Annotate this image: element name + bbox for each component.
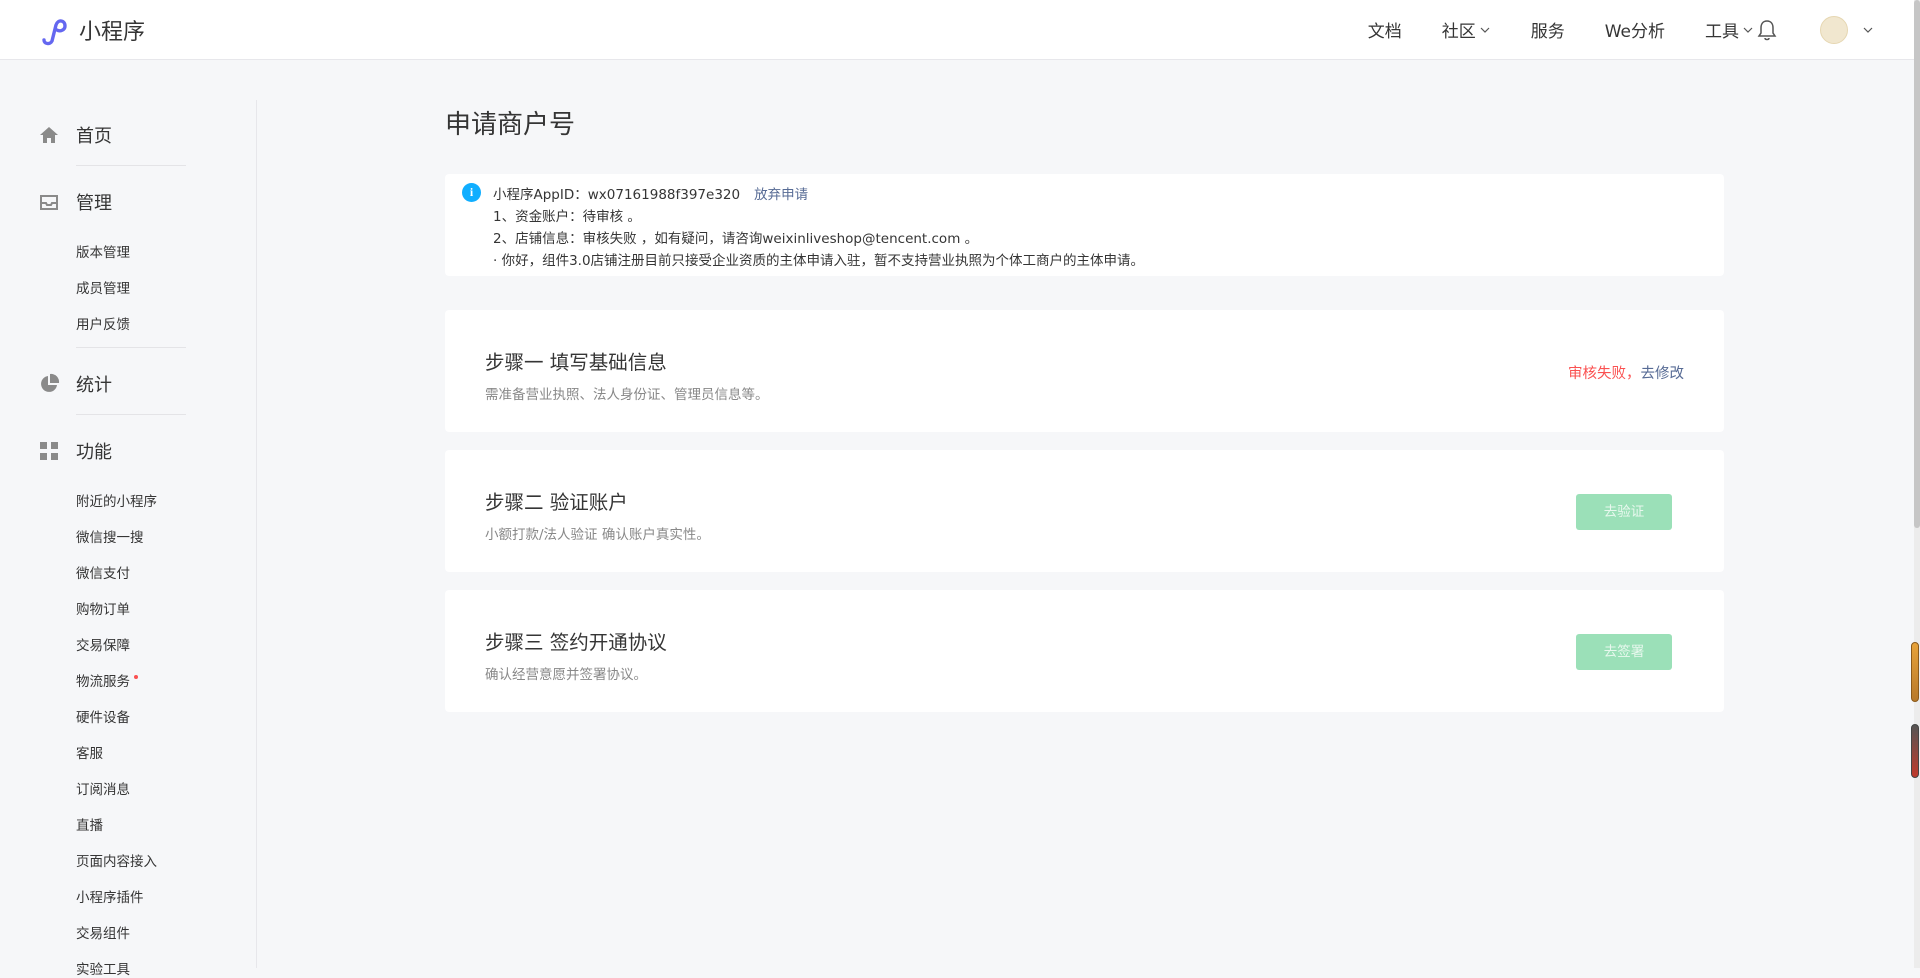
step-desc: 确认经营意愿并签署协议。 <box>485 667 647 683</box>
divider <box>76 347 186 348</box>
sidebar-item-lab-tools[interactable]: 实验工具 <box>76 958 130 978</box>
sidebar-item-trade-guarantee[interactable]: 交易保障 <box>76 634 130 654</box>
step-title: 步骤二 验证账户 <box>485 491 628 514</box>
sidebar-item-live[interactable]: 直播 <box>76 814 103 834</box>
floating-widget-thermometer[interactable] <box>1911 724 1919 778</box>
nav-community[interactable]: 社区 <box>1442 17 1491 42</box>
logo-text: 小程序 <box>79 20 146 45</box>
sidebar-item-home[interactable]: 首页 <box>38 122 112 148</box>
sidebar-item-logistics-label: 物流服务 <box>76 674 130 690</box>
sidebar-item-wechat-pay[interactable]: 微信支付 <box>76 562 130 582</box>
step-desc: 小额打款/法人验证 确认账户真实性。 <box>485 527 710 543</box>
divider <box>76 414 186 415</box>
step-title: 步骤一 填写基础信息 <box>485 351 667 374</box>
step-title: 步骤三 签约开通协议 <box>485 631 667 654</box>
verify-button[interactable]: 去验证 <box>1576 494 1672 530</box>
logo[interactable]: 小程序 <box>38 14 145 46</box>
notice-appid-line: 小程序AppID：wx07161988f397e320 放弃申请 <box>493 183 808 203</box>
sidebar-item-logistics[interactable]: 物流服务 <box>76 670 138 690</box>
sidebar-item-page-content[interactable]: 页面内容接入 <box>76 850 157 870</box>
sidebar-item-version-management[interactable]: 版本管理 <box>76 241 130 261</box>
chevron-down-icon <box>1743 27 1753 33</box>
nav-tools-label: 工具 <box>1705 22 1739 42</box>
sidebar-item-manage-label: 管理 <box>76 193 112 214</box>
sign-button[interactable]: 去签署 <box>1576 634 1672 670</box>
step-card-3: 步骤三 签约开通协议 确认经营意愿并签署协议。 去签署 <box>445 590 1724 712</box>
sidebar-item-statistics-label: 统计 <box>76 375 112 396</box>
step-status: 审核失败，去修改 <box>1568 362 1684 383</box>
avatar <box>1820 16 1848 44</box>
notice-line-tip: · 你好，组件3.0店铺注册目前只接受企业资质的主体申请入驻，暂不支持营业执照为… <box>493 253 1145 269</box>
nav-tools[interactable]: 工具 <box>1705 17 1754 42</box>
nav-we-analytics[interactable]: We分析 <box>1605 17 1665 42</box>
page-title: 申请商户号 <box>445 110 576 140</box>
sidebar-item-user-feedback[interactable]: 用户反馈 <box>76 313 130 333</box>
notice-line-store: 2、店铺信息：审核失败 ，如有疑问，请咨询weixinliveshop@tenc… <box>493 231 979 247</box>
sidebar-item-features-label: 功能 <box>76 442 112 463</box>
info-icon: i <box>462 183 481 202</box>
page-scrollbar-thumb[interactable] <box>1914 0 1920 528</box>
inbox-icon <box>40 195 58 210</box>
sidebar-item-plugins[interactable]: 小程序插件 <box>76 886 144 906</box>
miniprogram-logo-icon <box>42 19 67 46</box>
modify-link[interactable]: 去修改 <box>1641 366 1685 382</box>
sidebar-item-member-management[interactable]: 成员管理 <box>76 277 130 297</box>
sidebar-item-wechat-search[interactable]: 微信搜一搜 <box>76 526 144 546</box>
sidebar-item-features[interactable]: 功能 <box>38 438 112 464</box>
top-bar: 小程序 文档 社区 服务 We分析 工具 <box>0 0 1914 60</box>
nav-docs-label: 文档 <box>1367 22 1402 42</box>
pie-chart-icon <box>41 373 60 392</box>
notice-panel: i 小程序AppID：wx07161988f397e320 放弃申请 1、资金账户… <box>445 174 1724 276</box>
chevron-down-icon <box>1863 27 1873 33</box>
bell-icon[interactable] <box>1756 18 1778 42</box>
sidebar-item-customer-service[interactable]: 客服 <box>76 742 103 762</box>
new-badge-dot <box>134 675 138 679</box>
sidebar-item-shopping-orders[interactable]: 购物订单 <box>76 598 130 618</box>
floating-widget-gauge[interactable] <box>1911 642 1919 702</box>
nav-we-analytics-label: We分析 <box>1604 22 1665 42</box>
sidebar-divider <box>256 100 257 968</box>
notice-line-funds: 1、资金账户：待审核 。 <box>493 209 641 225</box>
nav-services-label: 服务 <box>1530 22 1565 42</box>
grid-icon <box>40 442 58 460</box>
sidebar-item-nearby-miniprogram[interactable]: 附近的小程序 <box>76 490 157 510</box>
nav-community-label: 社区 <box>1441 22 1476 42</box>
sidebar-item-subscription[interactable]: 订阅消息 <box>76 778 130 798</box>
step-desc: 需准备营业执照、法人身份证、管理员信息等。 <box>485 387 769 403</box>
chevron-down-icon <box>1480 27 1490 33</box>
sidebar-item-hardware[interactable]: 硬件设备 <box>76 706 130 726</box>
abandon-application-link[interactable]: 放弃申请 <box>754 187 808 203</box>
sidebar-item-statistics[interactable]: 统计 <box>38 371 112 397</box>
sidebar-item-home-label: 首页 <box>76 126 112 147</box>
home-icon <box>40 127 58 143</box>
user-menu[interactable] <box>1820 16 1874 44</box>
sidebar-item-manage[interactable]: 管理 <box>38 189 112 215</box>
top-nav: 文档 社区 服务 We分析 工具 <box>1328 0 1754 59</box>
divider <box>76 165 186 166</box>
nav-services[interactable]: 服务 <box>1531 17 1565 42</box>
step-card-1: 步骤一 填写基础信息 需准备营业执照、法人身份证、管理员信息等。 审核失败，去修… <box>445 310 1724 432</box>
appid-text: 小程序AppID：wx07161988f397e320 <box>493 187 741 203</box>
sidebar-item-trade-component[interactable]: 交易组件 <box>76 922 130 942</box>
step-card-2: 步骤二 验证账户 小额打款/法人验证 确认账户真实性。 去验证 <box>445 450 1724 572</box>
nav-docs[interactable]: 文档 <box>1368 17 1402 42</box>
status-failed-text: 审核失败， <box>1568 366 1641 382</box>
